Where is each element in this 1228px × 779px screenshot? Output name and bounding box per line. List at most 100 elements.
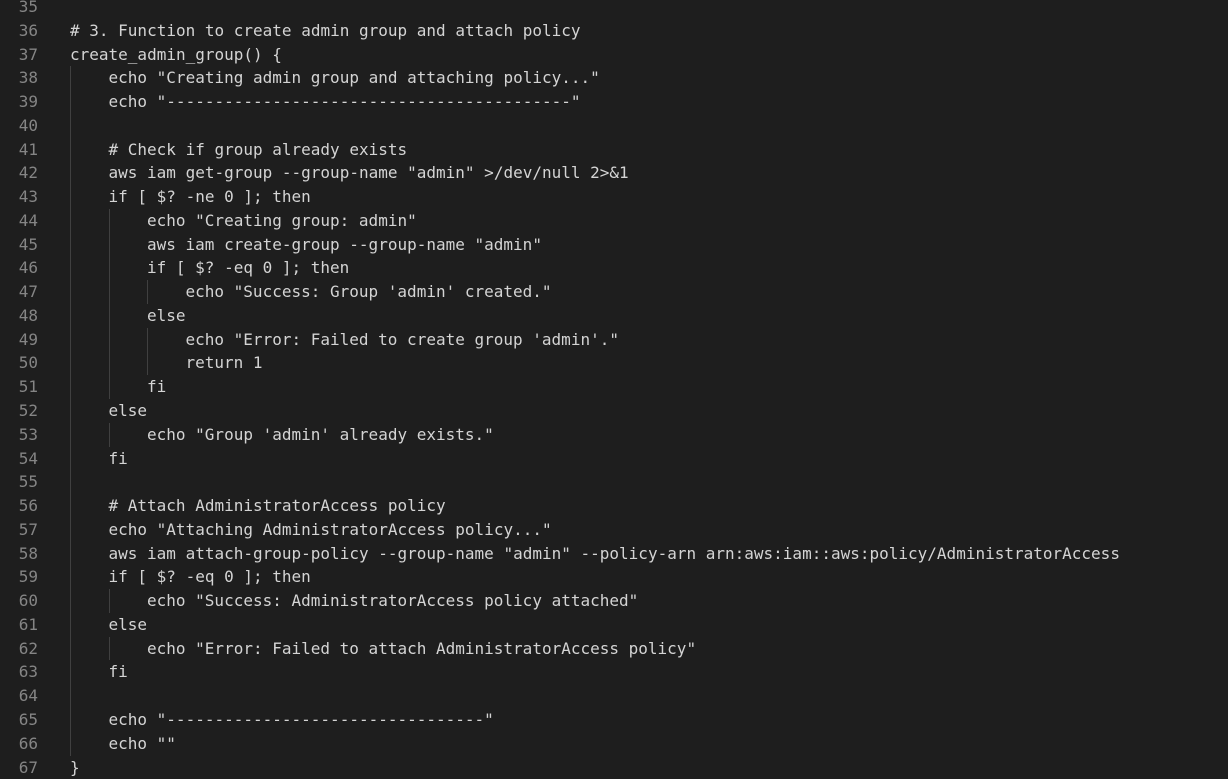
line-number: 36 bbox=[0, 19, 38, 43]
indent-guide bbox=[109, 351, 110, 375]
code-line[interactable]: 45 aws iam create-group --group-name "adm… bbox=[0, 233, 1228, 257]
indent-guide bbox=[70, 613, 71, 637]
code-line[interactable]: 65echo "--------------------------------… bbox=[0, 708, 1228, 732]
code-text: echo "Success: AdministratorAccess polic… bbox=[147, 589, 638, 613]
code-text: # Attach AdministratorAccess policy bbox=[109, 494, 446, 518]
line-number: 41 bbox=[0, 138, 38, 162]
code-line[interactable]: 60 echo "Success: AdministratorAccess pol… bbox=[0, 589, 1228, 613]
line-number: 43 bbox=[0, 185, 38, 209]
indent-guide bbox=[70, 470, 71, 494]
code-line[interactable]: 46if [ $? -eq 0 ]; then bbox=[0, 256, 1228, 280]
line-number: 45 bbox=[0, 233, 38, 257]
code-line[interactable]: 51 fi bbox=[0, 375, 1228, 399]
line-number: 63 bbox=[0, 660, 38, 684]
code-line[interactable]: 49 echo "Error: Failed to create group 'a… bbox=[0, 328, 1228, 352]
line-number: 55 bbox=[0, 470, 38, 494]
indent-guide bbox=[70, 280, 71, 304]
code-line[interactable]: 54 fi bbox=[0, 447, 1228, 471]
code-line[interactable]: 56 # Attach AdministratorAccess policy bbox=[0, 494, 1228, 518]
line-number: 58 bbox=[0, 542, 38, 566]
indent-guide bbox=[70, 351, 71, 375]
code-text: fi bbox=[109, 660, 128, 684]
indent-guide bbox=[70, 423, 71, 447]
code-line[interactable]: 44echo "Creating group: admin" bbox=[0, 209, 1228, 233]
indent-guide bbox=[109, 375, 110, 399]
code-line[interactable]: 35 bbox=[0, 0, 1228, 19]
code-line[interactable]: 62echo "Error: Failed to attach Administ… bbox=[0, 637, 1228, 661]
indent-guide bbox=[70, 328, 71, 352]
indent-guide bbox=[109, 328, 110, 352]
code-line[interactable]: 66echo "" bbox=[0, 732, 1228, 756]
code-line[interactable]: 50return 1 bbox=[0, 351, 1228, 375]
line-number: 50 bbox=[0, 351, 38, 375]
code-line[interactable]: 37create_admin_group() { bbox=[0, 43, 1228, 67]
code-text: if [ $? -eq 0 ]; then bbox=[147, 256, 349, 280]
line-number: 54 bbox=[0, 447, 38, 471]
line-number: 59 bbox=[0, 565, 38, 589]
indent-guide bbox=[109, 423, 110, 447]
indent-guide bbox=[70, 185, 71, 209]
code-line[interactable]: 64 bbox=[0, 684, 1228, 708]
line-number: 56 bbox=[0, 494, 38, 518]
code-editor[interactable]: 3536# 3. Function to create admin group … bbox=[0, 0, 1228, 779]
indent-guide bbox=[70, 256, 71, 280]
code-line[interactable]: 53echo "Group 'admin' already exists." bbox=[0, 423, 1228, 447]
line-number: 39 bbox=[0, 90, 38, 114]
indent-guide bbox=[70, 66, 71, 90]
indent-guide bbox=[70, 304, 71, 328]
indent-guide bbox=[109, 209, 110, 233]
line-number: 49 bbox=[0, 328, 38, 352]
code-text: aws iam get-group --group-name "admin" >… bbox=[109, 161, 629, 185]
code-text: else bbox=[109, 399, 148, 423]
code-text: echo "Attaching AdministratorAccess poli… bbox=[109, 518, 552, 542]
line-number: 47 bbox=[0, 280, 38, 304]
code-line[interactable]: 36# 3. Function to create admin group an… bbox=[0, 19, 1228, 43]
indent-guide bbox=[70, 732, 71, 756]
code-line[interactable]: 57echo "Attaching AdministratorAccess po… bbox=[0, 518, 1228, 542]
code-line[interactable]: 41# Check if group already exists bbox=[0, 138, 1228, 162]
line-number: 51 bbox=[0, 375, 38, 399]
code-text: echo "Error: Failed to attach Administra… bbox=[147, 637, 696, 661]
code-text: aws iam create-group --group-name "admin… bbox=[147, 233, 542, 257]
code-line[interactable]: 58 aws iam attach-group-policy --group-na… bbox=[0, 542, 1228, 566]
code-line[interactable]: 55 bbox=[0, 470, 1228, 494]
code-line[interactable]: 48else bbox=[0, 304, 1228, 328]
code-text: fi bbox=[109, 447, 128, 471]
code-line[interactable]: 39echo "--------------------------------… bbox=[0, 90, 1228, 114]
line-number: 67 bbox=[0, 756, 38, 779]
code-text: if [ $? -ne 0 ]; then bbox=[109, 185, 311, 209]
code-line[interactable]: 40 bbox=[0, 114, 1228, 138]
code-text: aws iam attach-group-policy --group-name… bbox=[109, 542, 1120, 566]
code-line[interactable]: 43 if [ $? -ne 0 ]; then bbox=[0, 185, 1228, 209]
code-text: if [ $? -eq 0 ]; then bbox=[109, 565, 311, 589]
line-number: 52 bbox=[0, 399, 38, 423]
indent-guide bbox=[70, 542, 71, 566]
code-line[interactable]: 67} bbox=[0, 756, 1228, 779]
indent-guide bbox=[70, 138, 71, 162]
indent-guide bbox=[109, 256, 110, 280]
indent-guide bbox=[70, 161, 71, 185]
indent-guide bbox=[70, 114, 71, 138]
line-number: 66 bbox=[0, 732, 38, 756]
code-text: } bbox=[70, 756, 80, 779]
indent-guide bbox=[70, 518, 71, 542]
code-line[interactable]: 61else bbox=[0, 613, 1228, 637]
code-line[interactable]: 63 fi bbox=[0, 660, 1228, 684]
code-text: echo "Error: Failed to create group 'adm… bbox=[186, 328, 619, 352]
line-number: 48 bbox=[0, 304, 38, 328]
code-text: create_admin_group() { bbox=[70, 43, 282, 67]
code-line[interactable]: 52 else bbox=[0, 399, 1228, 423]
line-number: 42 bbox=[0, 161, 38, 185]
code-text: echo "---------------------------------" bbox=[109, 708, 494, 732]
indent-guide bbox=[70, 494, 71, 518]
code-line[interactable]: 42 aws iam get-group --group-name "admin"… bbox=[0, 161, 1228, 185]
code-line[interactable]: 59 if [ $? -eq 0 ]; then bbox=[0, 565, 1228, 589]
indent-guide bbox=[147, 280, 148, 304]
indent-guide bbox=[109, 233, 110, 257]
indent-guide bbox=[109, 637, 110, 661]
code-line[interactable]: 47 echo "Success: Group 'admin' created." bbox=[0, 280, 1228, 304]
code-text: echo "Success: Group 'admin' created." bbox=[186, 280, 552, 304]
code-line[interactable]: 38echo "Creating admin group and attachi… bbox=[0, 66, 1228, 90]
code-text: fi bbox=[147, 375, 166, 399]
line-number: 60 bbox=[0, 589, 38, 613]
